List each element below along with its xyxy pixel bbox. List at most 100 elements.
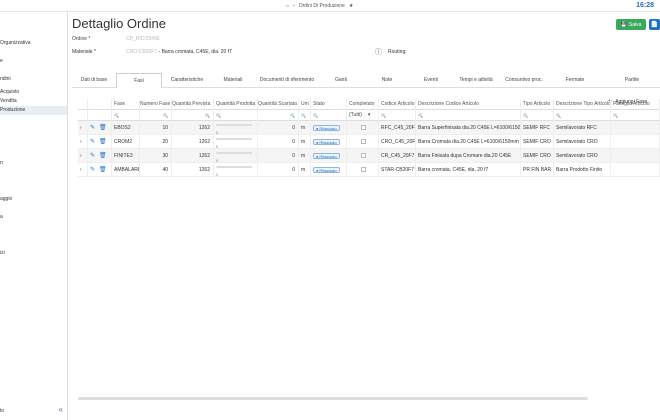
column-header-fase[interactable]: Fase (112, 99, 140, 110)
filter-row: 🔍 🔍 🔍 🔍 🔍 🔍 🔍 (Tutti) ▾ 🔍 🔍 🔍 🔍 🔍 (78, 110, 660, 121)
tab-documenti-di-riferimento[interactable]: Documenti di riferimento (254, 73, 320, 87)
tab-eventi[interactable]: Eventi (412, 73, 450, 87)
delete-icon[interactable]: 🗑 (99, 153, 107, 159)
horizontal-scrollbar[interactable] (78, 397, 588, 400)
column-header-qscart[interactable]: Quantità Scartata (258, 99, 299, 110)
sidebar-item[interactable]: ndini (0, 75, 67, 84)
column-header-compl[interactable]: Completato (347, 99, 379, 110)
sidebar-item[interactable]: e (0, 57, 67, 66)
table-row[interactable]: › ✎ 🗑 CROM2 20 1262 0 0 m ●Rilasciato CRO_C45_20F7… (78, 135, 660, 149)
completato-checkbox[interactable] (361, 167, 366, 173)
document-icon: 📄 (650, 22, 659, 28)
tab-fasi[interactable]: Fasi (116, 73, 162, 88)
search-icon: 🔍 (205, 113, 210, 118)
filter-compl[interactable]: (Tutti) ▾ (347, 110, 379, 121)
column-header-fam[interactable]: Famiglia Articolo (611, 99, 660, 110)
filter-descart[interactable]: 🔍 (416, 110, 521, 121)
table-row[interactable]: › ✎ 🗑 FINITE3 30 1262 0 0 m ●Rilasciato CR_C45_20F… (78, 149, 660, 163)
search-icon: 🔍 (523, 113, 528, 118)
filter-tipo[interactable]: 🔍 (521, 110, 554, 121)
edit-icon[interactable]: ✎ (90, 125, 95, 131)
sidebar-item[interactable]: a (0, 213, 67, 222)
column-header-descart[interactable]: Descrizione Codice Articolo (416, 99, 521, 110)
sidebar-footer[interactable]: to (0, 408, 4, 414)
breadcrumb-separator: › (293, 3, 295, 9)
cell-fam (611, 149, 660, 163)
document-button[interactable]: 📄 (649, 19, 660, 30)
expand-row-icon[interactable]: › (78, 149, 88, 163)
edit-icon[interactable]: ✎ (90, 167, 95, 173)
tab-consuntivo-proc-[interactable]: Consuntivo proc. (502, 73, 546, 87)
cell-qscart: 0 (258, 135, 299, 149)
filter-qscart[interactable]: 🔍 (258, 110, 299, 121)
sidebar-item[interactable]: Produzione (0, 106, 67, 115)
filter-qprev[interactable]: 🔍 (172, 110, 214, 121)
filter-qprod[interactable]: 🔍 (214, 110, 258, 121)
sidebar-item[interactable]: Acquisto (0, 88, 67, 97)
sidebar-item[interactable]: aggio (0, 195, 67, 204)
tab-tempi-e-attivit-[interactable]: Tempi e attività (450, 73, 502, 87)
progress-bar (216, 152, 252, 154)
expand-row-icon[interactable]: › (78, 135, 88, 149)
sidebar-item[interactable]: n (0, 159, 67, 168)
column-header-desctipo[interactable]: Descrizione Tipo Articolo (554, 99, 611, 110)
materiale-field[interactable]: CRO-CB20F7 - Barra cromata, C45E, dia. 2… (126, 49, 232, 55)
column-header-codart[interactable]: Codice Articolo (379, 99, 416, 110)
status-label: Rilasciato (319, 139, 337, 145)
cell-fase: FINITE3 (112, 149, 140, 163)
tab-note[interactable]: Note (362, 73, 412, 87)
cell-codart: STAR-CB20F7 (379, 163, 416, 177)
completato-checkbox[interactable] (361, 153, 366, 159)
tab-caratteristiche[interactable]: Caratteristiche (162, 73, 212, 87)
expand-row-icon[interactable]: › (78, 163, 88, 177)
edit-icon[interactable]: ✎ (90, 153, 95, 159)
filter-stato[interactable]: 🔍 (311, 110, 347, 121)
table-row[interactable]: › ✎ 🗑 EBOS2 10 1262 0 0 m ●Rilasciato RFC_C45_20F7… (78, 121, 660, 135)
delete-icon[interactable]: 🗑 (99, 125, 107, 131)
filter-fase[interactable]: 🔍 (112, 110, 140, 121)
collapse-sidebar-icon[interactable]: « (59, 405, 63, 414)
breadcrumb-item[interactable]: Ordini Di Produzione (299, 3, 345, 9)
row-actions: ✎ 🗑 (88, 121, 112, 135)
cell-completato (347, 163, 379, 177)
tab-dati-di-base[interactable]: Dati di base (72, 73, 116, 87)
ordine-field[interactable]: CP_RIC/23456 (126, 36, 160, 42)
column-header-um[interactable]: Um (299, 99, 311, 110)
delete-icon[interactable]: 🗑 (99, 139, 107, 145)
tab-partite[interactable]: Partite (604, 73, 660, 87)
cell-codart: RFC_C45_20F7 (379, 121, 416, 135)
column-header-qprod[interactable]: Quantità Prodotta (214, 99, 258, 110)
cell-tipo: PR FIN BAR (521, 163, 554, 177)
column-header-num[interactable]: Numero Fase (140, 99, 172, 110)
column-header-stato[interactable]: Stato (311, 99, 347, 110)
sidebar-item[interactable]: izi (0, 249, 67, 258)
info-icon[interactable]: ⓘ (375, 47, 382, 57)
filter-um[interactable]: 🔍 (299, 110, 311, 121)
tab-bar: Dati di base Fasi Caratteristiche Materiali… (72, 73, 660, 88)
sidebar-item[interactable]: Vendita (0, 97, 67, 106)
star-icon[interactable]: ★ (349, 3, 353, 9)
table-row[interactable]: › ✎ 🗑 AMBALARE 40 1262 0 0 m ●Rilasciato STAR-CB20… (78, 163, 660, 177)
cell-stato: ●Rilasciato (311, 149, 347, 163)
cell-tipo: SEMIF RFC (521, 121, 554, 135)
tab-ganti[interactable]: Ganti (320, 73, 362, 87)
home-icon[interactable]: ⌂ (286, 3, 289, 9)
completato-checkbox[interactable] (361, 139, 366, 145)
cell-codart: CR_C45_20F7 (379, 149, 416, 163)
column-header-tipo[interactable]: Tipo Articolo (521, 99, 554, 110)
tab-materiali[interactable]: Materiali (212, 73, 254, 87)
cell-qprev: 1262 (172, 163, 214, 177)
expand-row-icon[interactable]: › (78, 121, 88, 135)
sidebar-item[interactable]: Organizzativa (0, 39, 67, 48)
search-icon: 🔍 (613, 113, 618, 118)
column-header-qprev[interactable]: Quantità Prevista (172, 99, 214, 110)
filter-desctipo[interactable]: 🔍 (554, 110, 611, 121)
filter-fam[interactable]: 🔍 (611, 110, 660, 121)
filter-codart[interactable]: 🔍 (379, 110, 416, 121)
save-button[interactable]: 💾 Salva (616, 19, 646, 30)
delete-icon[interactable]: 🗑 (99, 167, 107, 173)
completato-checkbox[interactable] (361, 125, 366, 131)
tab-fermate[interactable]: Fermate (546, 73, 604, 87)
filter-num[interactable]: 🔍 (140, 110, 172, 121)
edit-icon[interactable]: ✎ (90, 139, 95, 145)
